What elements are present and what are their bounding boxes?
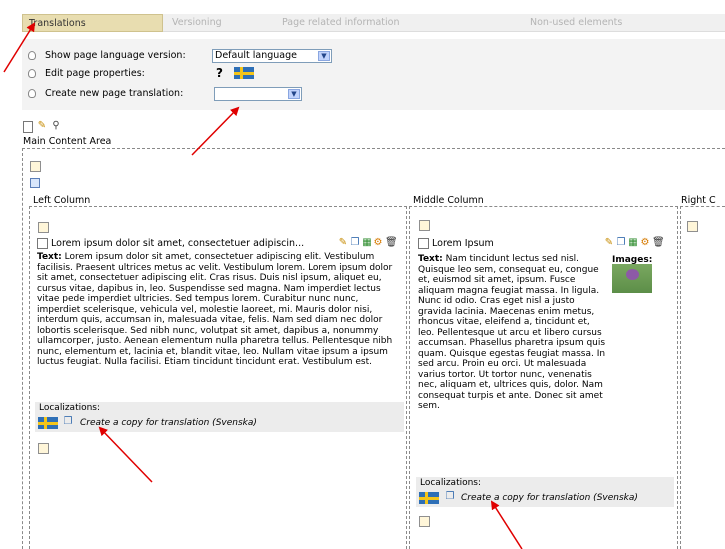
- annotation-arrows: [3, 22, 523, 549]
- arrow-to-new-translation-select: [191, 106, 240, 156]
- arrow-to-middle-copy-link: [490, 500, 523, 549]
- arrow-to-translations-tab: [3, 22, 36, 73]
- arrow-to-left-copy-link: [98, 426, 153, 483]
